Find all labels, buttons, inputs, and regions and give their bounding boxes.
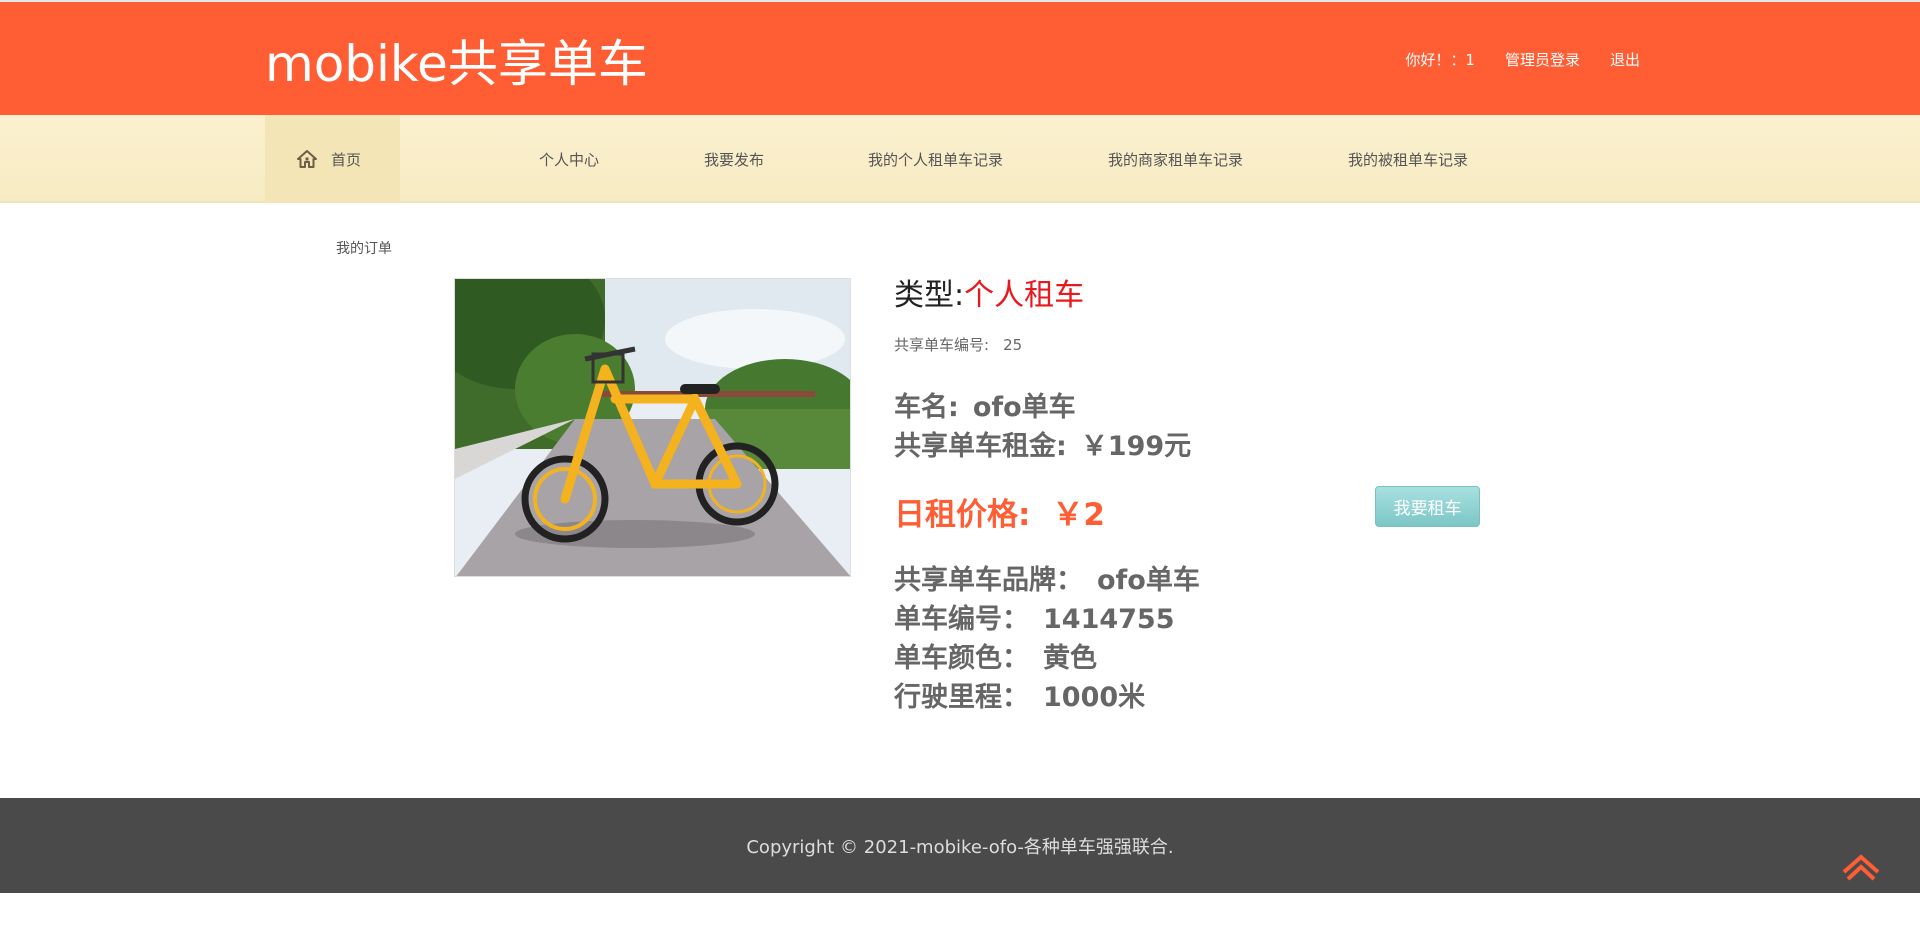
nav-item-rented-out-records[interactable]: 我的被租单车记录 <box>1348 149 1468 170</box>
nav-home-label: 首页 <box>331 150 362 169</box>
mileage-row: 行驶里程： 1000米 <box>894 675 1145 714</box>
nav-item-publish[interactable]: 我要发布 <box>704 149 764 170</box>
nav-item-merchant-rentals[interactable]: 我的商家租单车记录 <box>1108 149 1243 170</box>
bike-name-value: ofo单车 <box>972 392 1076 423</box>
chevron-up-icon[interactable] <box>1840 852 1882 882</box>
logout-link[interactable]: 退出 <box>1610 49 1640 70</box>
top-links: 你好！：1 管理员登录 退出 <box>1405 49 1640 70</box>
nav-item-personal-center[interactable]: 个人中心 <box>539 149 599 170</box>
bike-number-label: 共享单车编号: <box>894 336 990 354</box>
user-greeting: 你好！：1 <box>1405 51 1475 69</box>
bike-brand-value: ofo单车 <box>1097 565 1200 596</box>
daily-price-label: 日租价格: <box>894 497 1031 533</box>
bike-number-value: 25 <box>1003 336 1023 354</box>
copyright-text: Copyright © 2021-mobike-ofo-各种单车强强联合. <box>746 837 1174 858</box>
nav-item-personal-rentals[interactable]: 我的个人租单车记录 <box>868 149 1003 170</box>
bike-name-row: 车名: ofo单车 <box>894 385 1076 424</box>
site-header: mobike共享单车 你好！：1 管理员登录 退出 <box>0 0 1920 115</box>
bike-photo <box>454 278 851 577</box>
rental-type-label: 类型: <box>894 278 965 313</box>
color-row: 单车颜色： 黄色 <box>894 636 1097 675</box>
rent-bike-button[interactable]: 我要租车 <box>1375 486 1480 527</box>
bike-brand-label: 共享单车品牌： <box>894 565 1083 596</box>
daily-price-value: ￥2 <box>1052 497 1105 533</box>
serial-value: 1414755 <box>1043 604 1175 635</box>
nav-item-home[interactable]: 首页 <box>265 115 400 203</box>
bike-number-row: 共享单车编号: 25 <box>894 334 1022 355</box>
home-icon <box>297 150 317 168</box>
rental-type: 类型:个人租车 <box>894 270 1084 314</box>
bike-illustration <box>455 279 850 576</box>
color-label: 单车颜色： <box>894 643 1029 674</box>
deposit-value: ￥199元 <box>1080 431 1192 462</box>
daily-price-row: 日租价格: ￥2 <box>894 489 1105 534</box>
site-brand[interactable]: mobike共享单车 <box>265 24 648 96</box>
bike-brand-row: 共享单车品牌： ofo单车 <box>894 558 1200 597</box>
serial-row: 单车编号： 1414755 <box>894 597 1175 636</box>
mileage-label: 行驶里程： <box>894 682 1029 713</box>
serial-label: 单车编号： <box>894 604 1029 635</box>
site-footer: Copyright © 2021-mobike-ofo-各种单车强强联合. <box>0 798 1920 893</box>
breadcrumb[interactable]: 我的订单 <box>336 238 392 258</box>
bike-name-label: 车名: <box>894 392 959 423</box>
deposit-label: 共享单车租金: <box>894 431 1067 462</box>
main-nav: 首页 个人中心 我要发布 我的个人租单车记录 我的商家租单车记录 我的被租单车记… <box>0 115 1920 203</box>
rental-type-value: 个人租车 <box>964 278 1085 313</box>
color-value: 黄色 <box>1043 643 1097 674</box>
deposit-row: 共享单车租金: ￥199元 <box>894 424 1191 463</box>
mileage-value: 1000米 <box>1043 682 1146 713</box>
admin-login-link[interactable]: 管理员登录 <box>1505 49 1580 70</box>
